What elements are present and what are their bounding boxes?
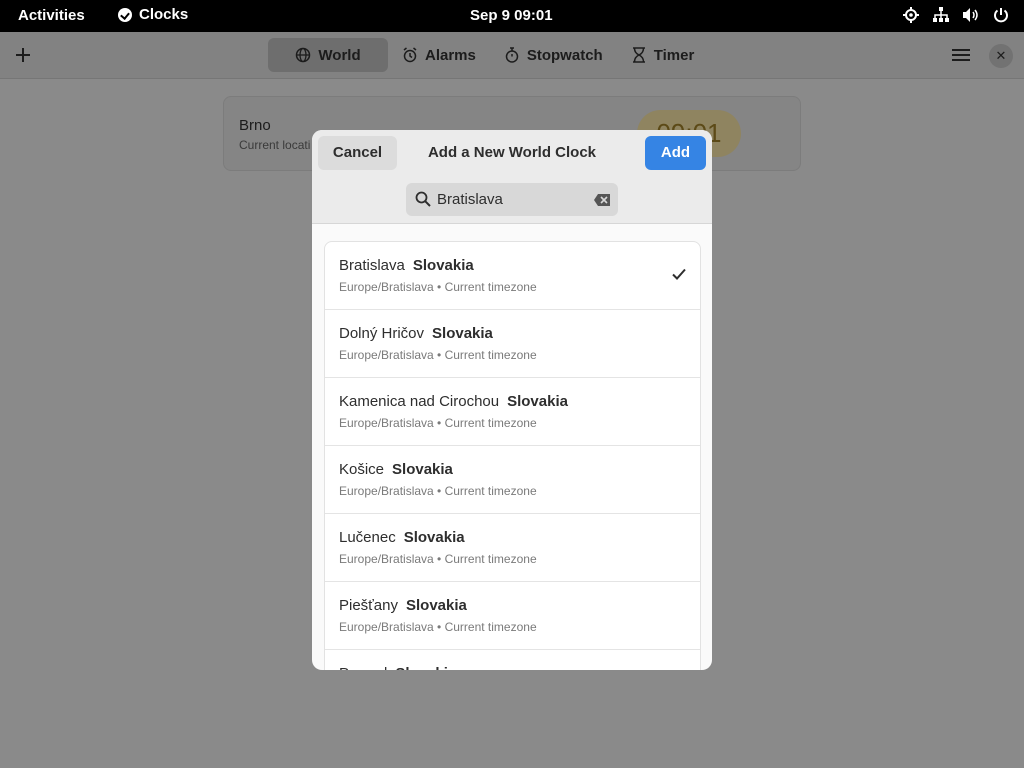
location-country: Slovakia: [395, 665, 456, 670]
location-city: Kamenica nad Cirochou: [339, 393, 500, 410]
add-clock-button[interactable]: [12, 44, 34, 66]
search-input[interactable]: Bratislava: [406, 183, 618, 216]
location-row[interactable]: Lučenec Slovakia Europe/Bratislava • Curre…: [325, 514, 700, 582]
tab-world[interactable]: World: [268, 38, 388, 72]
top-bar: Activities Clocks Sep 9 09:01: [0, 0, 1024, 32]
location-timezone: Europe/Bratislava • Current timezone: [339, 552, 537, 566]
app-menu[interactable]: Clocks: [118, 6, 188, 23]
volume-icon[interactable]: [962, 6, 980, 24]
hourglass-icon: [631, 47, 647, 63]
location-country: Slovakia: [412, 257, 474, 274]
clear-search-icon[interactable]: [594, 193, 610, 206]
power-icon[interactable]: [992, 6, 1010, 24]
location-timezone: Europe/Bratislava • Current timezone: [339, 620, 537, 634]
location-name: Poprad Slovakia: [339, 665, 456, 670]
tab-world-label: World: [318, 46, 361, 64]
clocks-app-icon: [118, 7, 132, 22]
network-icon[interactable]: [932, 6, 950, 24]
location-country: Slovakia: [406, 597, 467, 614]
search-text: Bratislava: [437, 191, 503, 208]
location-row[interactable]: Kamenica nad Cirochou Slovakia Europe/Brat…: [325, 378, 700, 446]
search-icon: [415, 191, 431, 207]
main-menu-button[interactable]: [950, 46, 972, 64]
close-window-button[interactable]: ✕: [989, 44, 1013, 68]
location-row[interactable]: Bratislava Slovakia Europe/Bratislava • Cu…: [325, 242, 700, 310]
location-row[interactable]: Košice Slovakia Europe/Bratislava • Curren…: [325, 446, 700, 514]
location-row[interactable]: PopradSlovakiaEurope/Bratislava • Curren…: [325, 650, 700, 670]
location-name: Piešťany Slovakia: [339, 597, 467, 614]
search-bar: Bratislava: [312, 177, 712, 224]
tab-stopwatch-label: Stopwatch: [526, 46, 603, 64]
location-icon[interactable]: [902, 6, 920, 24]
location-row[interactable]: Dolný Hričov Slovakia Europe/Bratislava • …: [325, 310, 700, 378]
location-name: Kamenica nad Cirochou Slovakia: [339, 393, 568, 410]
location-timezone: Europe/Bratislava • Current timezone: [339, 416, 537, 430]
location-timezone: Europe/Bratislava • Current timezone: [339, 484, 537, 498]
location-name: Lučenec Slovakia: [339, 529, 465, 546]
location-row[interactable]: Piešťany Slovakia Europe/Bratislava • Curr…: [325, 582, 700, 650]
location-results-list: Bratislava Slovakia Europe/Bratislava • Cu…: [324, 241, 701, 670]
clock-city: Brno: [239, 117, 271, 134]
tab-alarms[interactable]: Alarms: [388, 38, 490, 72]
tab-alarms-label: Alarms: [425, 46, 476, 64]
dialog-header: Cancel Add a New World Clock Add: [312, 130, 712, 177]
system-tray[interactable]: [902, 6, 1010, 24]
location-country: Slovakia: [432, 325, 493, 342]
location-city: Poprad: [339, 665, 387, 670]
app-name: Clocks: [139, 6, 189, 23]
location-country: Slovakia: [507, 393, 568, 410]
location-country: Slovakia: [392, 461, 453, 478]
location-name: Dolný Hričov Slovakia: [339, 325, 493, 342]
location-name: Košice Slovakia: [339, 461, 453, 478]
tab-timer-label: Timer: [653, 46, 695, 64]
view-switcher: World Alarms Stopwatch Timer: [268, 38, 708, 72]
hamburger-icon: [950, 49, 972, 61]
activities-button[interactable]: Activities: [18, 7, 85, 24]
plus-icon: [16, 48, 30, 62]
location-timezone: Europe/Bratislava • Current timezone: [339, 348, 537, 362]
checkmark-icon: [671, 266, 687, 282]
date-time[interactable]: Sep 9 09:01: [470, 7, 553, 24]
location-country: Slovakia: [403, 529, 465, 546]
alarm-icon: [402, 47, 418, 63]
location-name: Bratislava Slovakia: [339, 257, 474, 274]
location-city: Piešťany: [339, 597, 398, 614]
tab-timer[interactable]: Timer: [617, 38, 709, 72]
tab-stopwatch[interactable]: Stopwatch: [490, 38, 617, 72]
stopwatch-icon: [504, 47, 520, 63]
location-city: Dolný Hričov: [339, 325, 425, 342]
add-button[interactable]: Add: [645, 136, 706, 170]
header-bar: World Alarms Stopwatch Timer: [0, 32, 1024, 79]
add-world-clock-dialog: Cancel Add a New World Clock Add Bratisl…: [312, 130, 712, 670]
close-icon: ✕: [995, 48, 1007, 63]
location-city: Lučenec: [339, 529, 396, 546]
location-timezone: Europe/Bratislava • Current timezone: [339, 280, 537, 294]
location-city: Bratislava: [339, 257, 405, 274]
clock-subtitle: Current locati: [239, 138, 311, 152]
location-city: Košice: [339, 461, 385, 478]
globe-icon: [295, 47, 311, 63]
